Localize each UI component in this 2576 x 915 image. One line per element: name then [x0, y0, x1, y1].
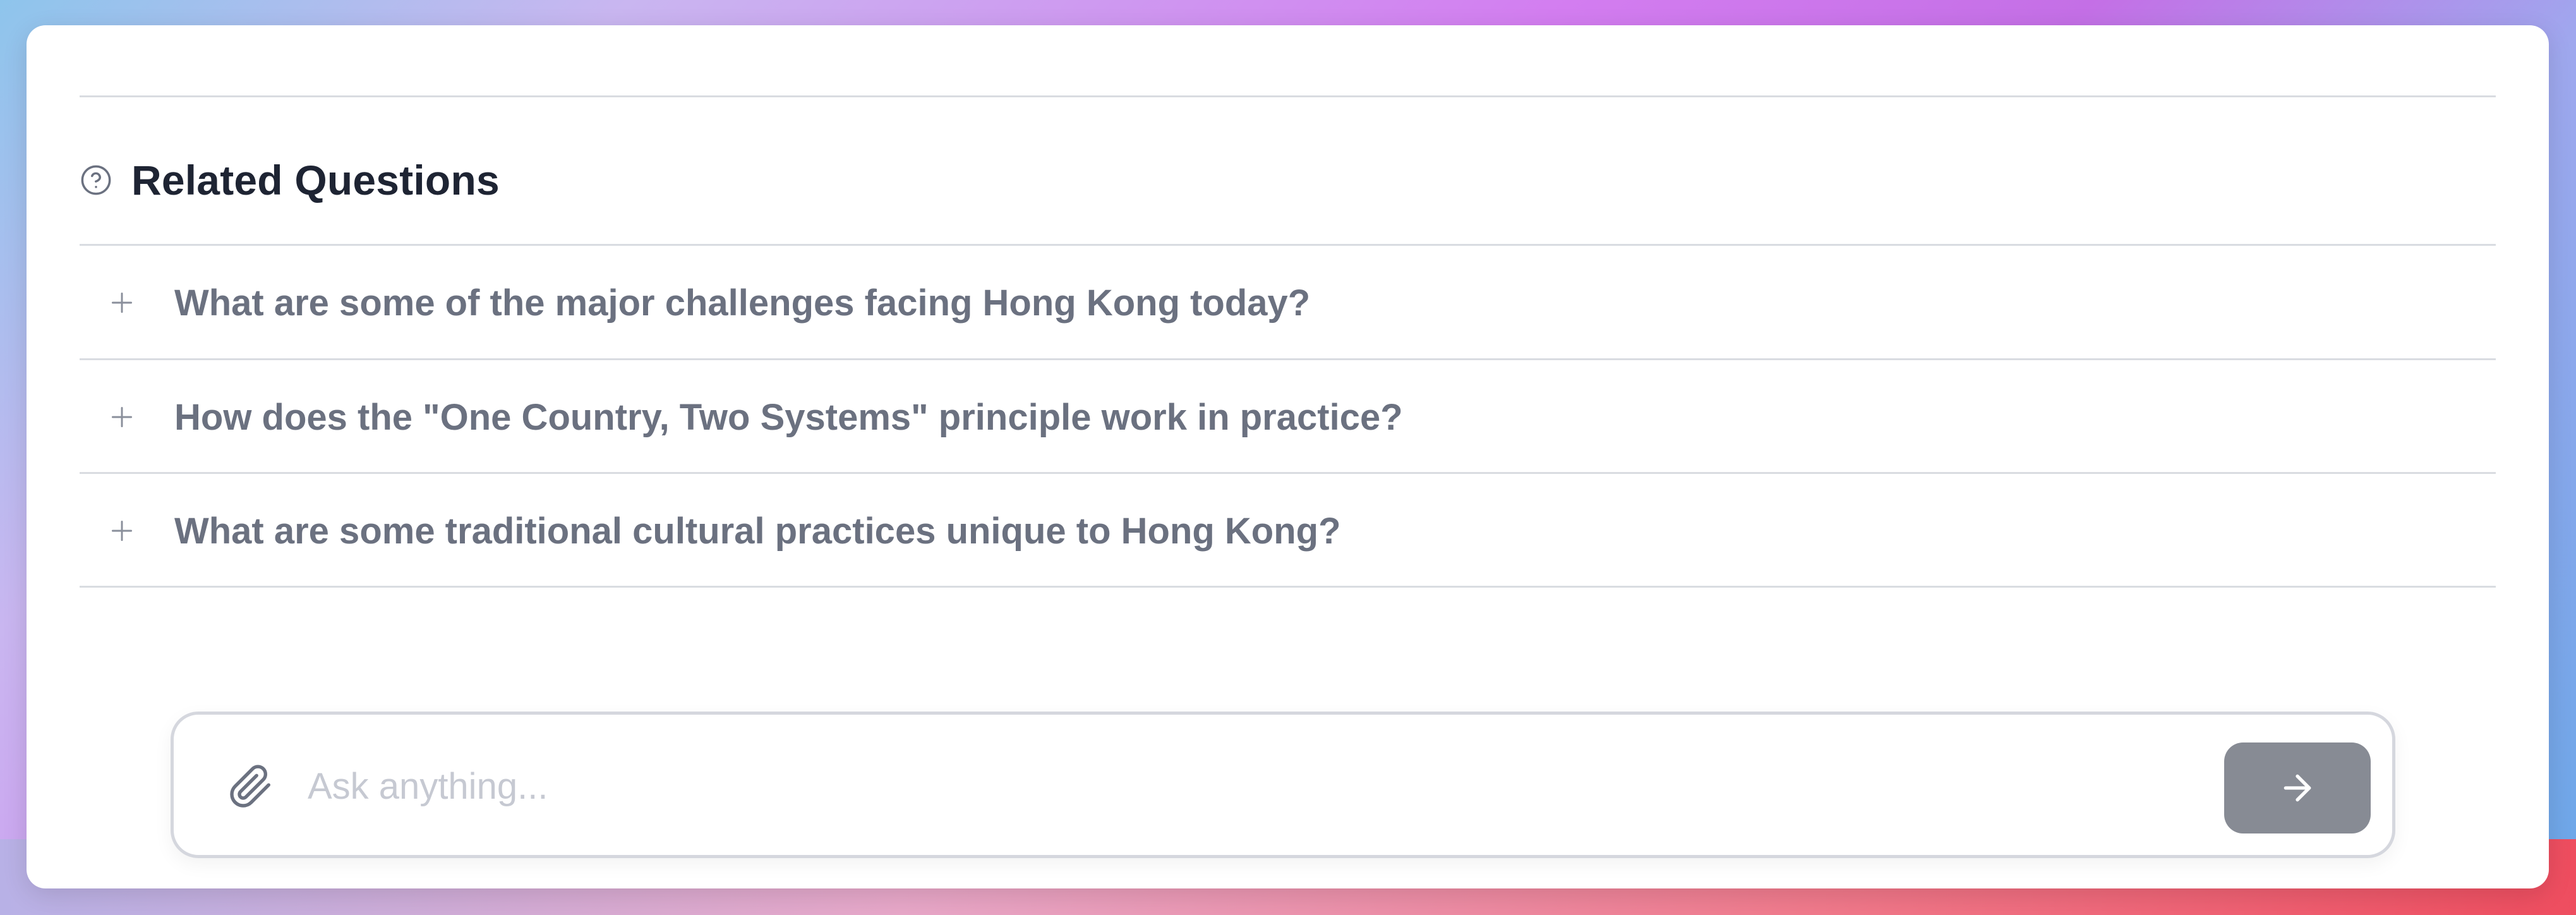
related-questions-title: Related Questions — [131, 157, 500, 203]
plus-icon — [111, 406, 133, 428]
related-question-text: What are some traditional cultural pract… — [174, 510, 1341, 552]
question-divider — [80, 586, 2496, 588]
top-divider — [80, 95, 2496, 97]
related-question-row[interactable]: What are some traditional cultural pract… — [80, 474, 2496, 588]
related-questions-header: Related Questions — [80, 152, 500, 209]
related-question-row[interactable]: What are some of the major challenges fa… — [80, 246, 2496, 360]
related-question-row[interactable]: How does the "One Country, Two Systems" … — [80, 360, 2496, 474]
related-question-text: What are some of the major challenges fa… — [174, 282, 1311, 324]
ask-composer — [171, 712, 2395, 858]
send-button[interactable] — [2224, 742, 2371, 833]
arrow-right-icon — [2284, 774, 2311, 802]
main-card: Related Questions What are some of the m… — [27, 25, 2549, 888]
paperclip-icon[interactable] — [228, 764, 274, 809]
plus-icon — [111, 520, 133, 542]
help-circle-icon — [81, 165, 111, 195]
plus-icon — [111, 292, 133, 313]
ask-input[interactable] — [306, 748, 2204, 825]
related-question-text: How does the "One Country, Two Systems" … — [174, 396, 1403, 438]
